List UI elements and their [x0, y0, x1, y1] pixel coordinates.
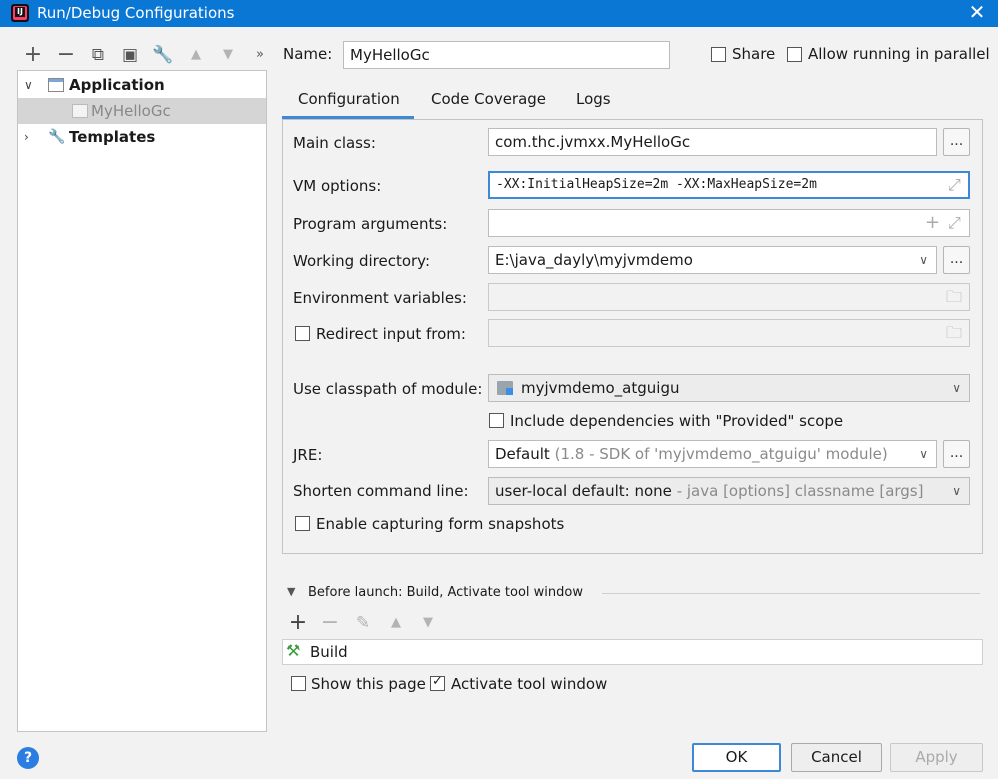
parallel-checkbox[interactable]: [787, 47, 802, 62]
show-page-checkbox[interactable]: [291, 676, 306, 691]
window-title: Run/Debug Configurations: [37, 4, 235, 22]
program-args-field[interactable]: [488, 209, 970, 237]
jre-value: Default: [495, 445, 550, 463]
working-dir-browse-button[interactable]: ...: [943, 246, 970, 274]
redirect-label: Redirect input from:: [316, 325, 466, 343]
classpath-value: myjvmdemo_atguigu: [521, 379, 680, 397]
move-down-icon[interactable]: ▼: [216, 43, 240, 67]
wrench-icon[interactable]: 🔧: [151, 43, 175, 67]
vm-options-value: -XX:InitialHeapSize=2m -XX:MaxHeapSize=2…: [496, 177, 817, 192]
intellij-app-icon: IJ: [11, 4, 29, 22]
add-macro-icon[interactable]: +: [925, 212, 940, 233]
application-icon: [48, 78, 64, 92]
tree-item-myhellogc[interactable]: MyHelloGc: [18, 98, 266, 124]
before-launch-title: Before launch: Build, Activate tool wind…: [308, 585, 583, 600]
folder-icon[interactable]: 🗀: [946, 322, 962, 349]
chevron-down-icon[interactable]: ∨: [919, 247, 928, 273]
move-up-icon[interactable]: ▲: [384, 611, 408, 635]
build-label: Build: [310, 643, 348, 661]
save-icon[interactable]: ▣: [118, 43, 142, 67]
shorten-dropdown[interactable]: user-local default: none - java [options…: [488, 477, 970, 505]
expand-icon[interactable]: ⤢: [948, 213, 961, 233]
include-deps-label: Include dependencies with "Provided" sco…: [510, 412, 844, 430]
main-class-field[interactable]: com.thc.jvmxx.MyHelloGc: [488, 128, 937, 156]
vm-options-label: VM options:: [293, 177, 382, 195]
working-dir-field[interactable]: E:\java_dayly\myjvmdemo ∨: [488, 246, 937, 274]
tab-configuration[interactable]: Configuration: [298, 88, 400, 118]
config-icon: [72, 104, 88, 118]
redirect-checkbox[interactable]: [295, 326, 310, 341]
main-class-label: Main class:: [293, 134, 376, 152]
chevron-down-icon[interactable]: ∨: [952, 478, 961, 504]
hammer-icon: ⚒: [286, 641, 301, 660]
configuration-tree: ∨ Application MyHelloGc › 🔧 Templates: [17, 70, 267, 732]
move-up-icon[interactable]: ▲: [184, 43, 208, 67]
chevron-right-icon[interactable]: ›: [24, 124, 29, 150]
tree-item-label: MyHelloGc: [91, 102, 171, 120]
folder-icon[interactable]: 🗀: [946, 286, 962, 313]
redirect-field[interactable]: [488, 319, 970, 347]
move-down-icon[interactable]: ▼: [416, 611, 440, 635]
chevron-down-icon[interactable]: ∨: [952, 375, 961, 401]
shorten-label: Shorten command line:: [293, 482, 469, 500]
working-dir-value: E:\java_dayly\myjvmdemo: [495, 251, 693, 269]
snapshots-checkbox[interactable]: [295, 516, 310, 531]
cancel-button[interactable]: Cancel: [791, 743, 882, 772]
copy-icon[interactable]: ⧉: [86, 43, 110, 67]
working-dir-label: Working directory:: [293, 252, 431, 270]
chevron-down-icon[interactable]: ∨: [919, 441, 928, 467]
include-deps-checkbox[interactable]: [489, 413, 504, 428]
close-icon[interactable]: ✕: [962, 0, 992, 26]
help-icon[interactable]: ?: [17, 747, 39, 769]
edit-icon[interactable]: ✎: [351, 611, 375, 635]
snapshots-label: Enable capturing form snapshots: [316, 515, 565, 533]
expand-icon[interactable]: ⤢: [948, 175, 961, 195]
classpath-dropdown[interactable]: myjvmdemo_atguigu ∨: [488, 374, 970, 402]
env-vars-label: Environment variables:: [293, 289, 467, 307]
activate-window-checkbox[interactable]: [430, 674, 445, 691]
share-checkbox[interactable]: [711, 47, 726, 62]
main-class-browse-button[interactable]: ...: [943, 128, 970, 156]
tree-item-templates[interactable]: › 🔧 Templates: [18, 124, 266, 150]
title-bar: IJ Run/Debug Configurations ✕: [0, 0, 998, 27]
tree-item-application[interactable]: ∨ Application: [18, 72, 266, 98]
show-page-label: Show this page: [311, 675, 426, 693]
chevron-down-icon[interactable]: ∨: [24, 72, 33, 98]
separator: [602, 593, 980, 594]
name-label: Name:: [283, 45, 333, 63]
shorten-value: user-local default: none: [495, 482, 672, 500]
before-launch-list-item[interactable]: ⚒ Build: [282, 639, 983, 665]
module-icon: [497, 381, 513, 395]
name-field[interactable]: MyHelloGc: [343, 41, 670, 69]
add-icon[interactable]: +: [21, 43, 45, 67]
jre-hint: (1.8 - SDK of 'myjvmdemo_atguigu' module…: [554, 445, 888, 463]
jre-dropdown[interactable]: Default (1.8 - SDK of 'myjvmdemo_atguigu…: [488, 440, 937, 468]
apply-button[interactable]: Apply: [890, 743, 983, 772]
activate-window-label: Activate tool window: [451, 675, 608, 693]
tree-item-label: Application: [69, 76, 165, 94]
jre-browse-button[interactable]: ...: [943, 440, 970, 468]
remove-icon[interactable]: −: [318, 611, 342, 635]
wrench-icon: 🔧: [48, 129, 66, 145]
tab-code-coverage[interactable]: Code Coverage: [431, 88, 546, 118]
collapse-icon[interactable]: ▼: [287, 585, 295, 598]
tab-logs[interactable]: Logs: [576, 88, 611, 118]
ok-button[interactable]: OK: [692, 743, 781, 772]
jre-label: JRE:: [293, 446, 323, 464]
parallel-label: Allow running in parallel: [808, 45, 990, 63]
tree-item-label: Templates: [69, 128, 156, 146]
add-icon[interactable]: +: [286, 611, 310, 635]
share-label: Share: [732, 45, 776, 63]
shorten-hint: - java [options] classname [args]: [676, 482, 924, 500]
more-icon[interactable]: »: [248, 43, 272, 67]
vm-options-field[interactable]: -XX:InitialHeapSize=2m -XX:MaxHeapSize=2…: [488, 171, 970, 199]
classpath-label: Use classpath of module:: [293, 380, 483, 398]
remove-icon[interactable]: −: [54, 43, 78, 67]
env-vars-field[interactable]: [488, 283, 970, 311]
program-args-label: Program arguments:: [293, 215, 448, 233]
